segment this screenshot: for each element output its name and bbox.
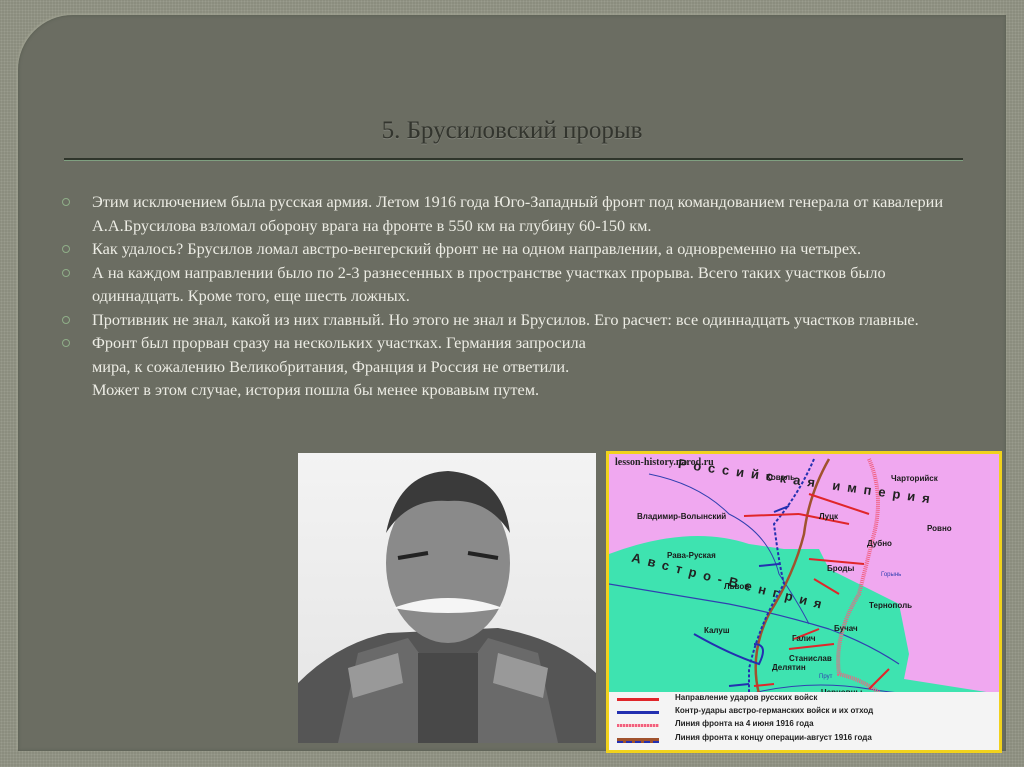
city-label: Галич	[792, 634, 816, 643]
city-label: Луцк	[819, 512, 838, 521]
river-label: Горынь	[881, 572, 902, 578]
city-label: Владимир-Волынский	[637, 512, 727, 521]
bullet-icon	[62, 315, 70, 324]
city-label: Калуш	[704, 626, 730, 635]
legend-blue-arrow-icon	[617, 711, 659, 714]
title-divider	[64, 158, 963, 161]
city-label: Ковель	[766, 473, 796, 482]
bullet-item: Фронт был прорван сразу на нескольких уч…	[62, 331, 592, 402]
city-label: Дубно	[867, 539, 892, 548]
city-label: Рава-Руская	[667, 551, 716, 560]
bullet-item: А на каждом направлении было по 2-3 разн…	[62, 261, 962, 308]
bullet-icon	[62, 339, 70, 347]
bullet-item: Как удалось? Брусилов ломал австро-венге…	[62, 237, 962, 261]
bullet-icon	[62, 245, 70, 253]
city-label: Тернополь	[869, 601, 913, 610]
city-label: Броды	[827, 564, 855, 573]
legend-red-arrow-icon	[617, 698, 659, 701]
city-label: Делятин	[772, 663, 806, 672]
legend-item: Направление ударов русских войск	[675, 693, 818, 702]
city-label: Бучач	[834, 624, 858, 633]
legend-item: Линия фронта к концу операции-август 191…	[675, 733, 872, 742]
bullet-list: Этим исключением была русская армия. Лет…	[62, 190, 962, 402]
legend-front-august-icon	[617, 738, 659, 743]
city-label: Станислав	[789, 654, 832, 663]
bullet-icon	[62, 268, 70, 277]
bullet-icon	[62, 198, 70, 206]
legend-item: Контр-удары австро-германских войск и их…	[675, 706, 874, 715]
portrait-photo-brusilov	[298, 453, 596, 743]
bullet-item: Противник не знал, какой из них главный.…	[62, 308, 962, 332]
city-label: Чарторийск	[891, 474, 938, 483]
map-legend: Направление ударов русских войск Контр-у…	[609, 692, 999, 750]
legend-front-june-icon	[617, 724, 659, 727]
river-label: Прут	[819, 674, 833, 680]
legend-item: Линия фронта на 4 июня 1916 года	[675, 719, 814, 728]
bullet-item: Этим исключением была русская армия. Лет…	[62, 190, 962, 237]
brusilov-breakthrough-map: lesson-history.narod.ru Российская импер…	[606, 451, 1002, 753]
slide-title: 5. Брусиловский прорыв	[381, 117, 643, 144]
city-label: Ровно	[927, 524, 952, 533]
city-label: Львов	[724, 582, 750, 591]
